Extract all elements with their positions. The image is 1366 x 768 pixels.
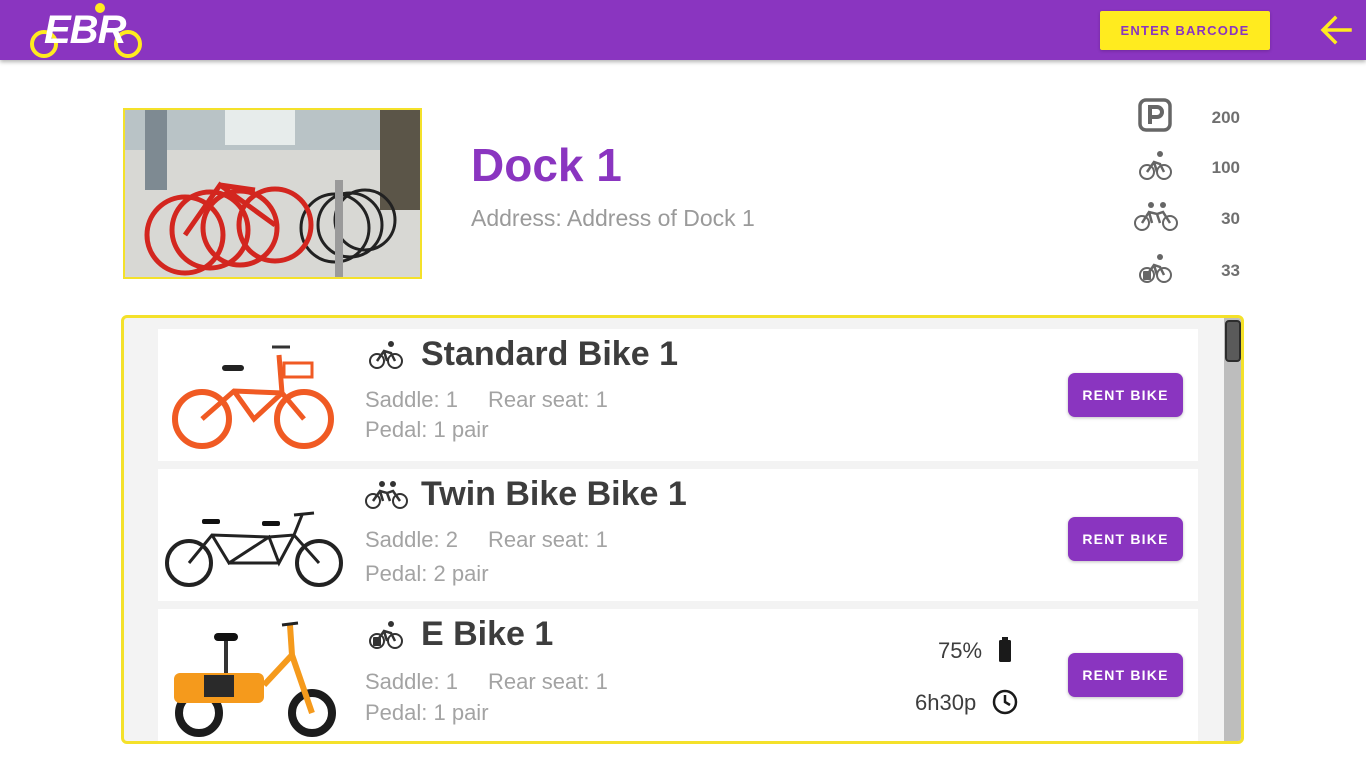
- app-bar: EBR ENTER BARCODE: [0, 0, 1366, 60]
- dock-photo: [123, 108, 422, 279]
- twin-bike-icon: [364, 479, 408, 511]
- bike-card-twin: Twin Bike Bike 1 Saddle: 2 Rear seat: 1 …: [158, 469, 1198, 601]
- bike-rear-seat: Rear seat: 1: [488, 527, 608, 552]
- e-bike-icon: [364, 619, 408, 651]
- bike-saddle: Saddle: 1: [365, 387, 458, 412]
- battery-level: 75%: [938, 638, 983, 663]
- bike-card-ebike: E Bike 1 Saddle: 1 Rear seat: 1 Pedal: 1…: [158, 609, 1198, 741]
- rent-bike-button[interactable]: RENT BIKE: [1068, 517, 1183, 561]
- stat-twin-bikes: 30: [1130, 197, 1250, 237]
- battery-icon: [996, 635, 1014, 665]
- twin-bike-icon: [1130, 197, 1180, 237]
- e-bike-image: [164, 615, 344, 737]
- stat-parking-value: 200: [1211, 108, 1240, 127]
- arrow-left-icon[interactable]: [1318, 12, 1354, 48]
- bike-pedal: Pedal: 2 pair: [365, 561, 489, 586]
- bike-saddle: Saddle: 2: [365, 527, 458, 552]
- rent-bike-button[interactable]: RENT BIKE: [1068, 373, 1183, 417]
- stat-standard-bikes: 100: [1130, 146, 1250, 186]
- ebr-logo[interactable]: EBR: [28, 2, 148, 60]
- bike-rear-seat: Rear seat: 1: [488, 669, 608, 694]
- stat-twin-bikes-value: 30: [1221, 209, 1240, 228]
- time-remaining: 6h30p: [915, 690, 977, 715]
- stat-parking: 200: [1130, 96, 1250, 136]
- bike-list[interactable]: Standard Bike 1 Saddle: 1 Rear seat: 1 P…: [121, 315, 1244, 744]
- stat-e-bikes: 33: [1130, 249, 1250, 289]
- scrollbar-thumb[interactable]: [1225, 320, 1241, 362]
- enter-barcode-button[interactable]: ENTER BARCODE: [1100, 11, 1270, 50]
- bike-name: Standard Bike 1: [421, 335, 678, 373]
- e-bike-icon: [1130, 249, 1180, 289]
- standard-bike-icon: [364, 339, 408, 371]
- stat-standard-bikes-value: 100: [1211, 158, 1240, 177]
- bike-name: Twin Bike Bike 1: [421, 475, 687, 513]
- bike-rear-seat: Rear seat: 1: [488, 387, 608, 412]
- bike-pedal: Pedal: 1 pair: [365, 700, 489, 725]
- standard-bike-icon: [1130, 146, 1180, 186]
- bike-saddle: Saddle: 1: [365, 669, 458, 694]
- rent-bike-button[interactable]: RENT BIKE: [1068, 653, 1183, 697]
- logo-text: EBR: [44, 8, 126, 52]
- dock-address: Address: Address of Dock 1: [471, 205, 755, 231]
- parking-icon: [1130, 96, 1180, 136]
- bike-name: E Bike 1: [421, 615, 554, 653]
- bike-card-standard: Standard Bike 1 Saddle: 1 Rear seat: 1 P…: [158, 329, 1198, 461]
- clock-icon: [991, 687, 1021, 717]
- bike-pedal: Pedal: 1 pair: [365, 417, 489, 442]
- standard-bike-image: [164, 335, 344, 457]
- twin-bike-image: [164, 475, 344, 597]
- dock-title: Dock 1: [471, 139, 622, 191]
- stat-e-bikes-value: 33: [1221, 261, 1240, 280]
- scrollbar-track[interactable]: [1224, 318, 1241, 741]
